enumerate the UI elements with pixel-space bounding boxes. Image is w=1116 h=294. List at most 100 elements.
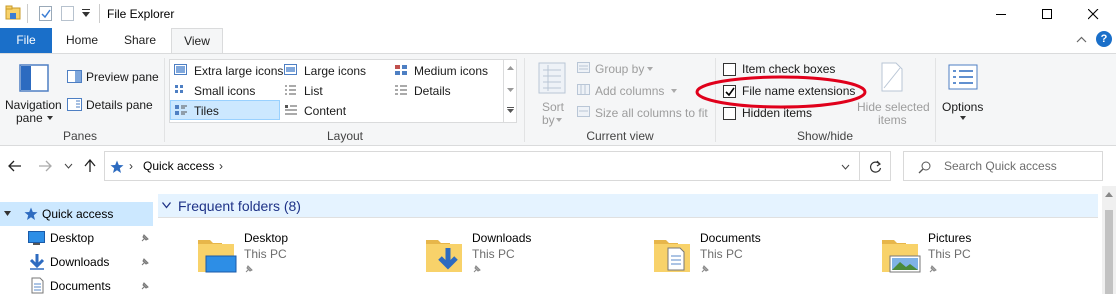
close-button[interactable] bbox=[1070, 0, 1116, 28]
breadcrumb[interactable]: Quick access bbox=[143, 159, 214, 173]
sort-by-label: Sort bbox=[542, 100, 565, 114]
layout-details[interactable]: Details bbox=[414, 84, 451, 98]
folder-location: This PC bbox=[472, 247, 515, 261]
sidebar-item-downloads[interactable]: Downloads bbox=[0, 250, 153, 274]
file-explorer-icon bbox=[5, 5, 21, 20]
chevron-down-icon bbox=[647, 67, 653, 71]
layout-medium-icons[interactable]: Medium icons bbox=[414, 64, 488, 78]
scrollbar-thumb[interactable] bbox=[1105, 210, 1113, 294]
vertical-scrollbar[interactable] bbox=[1102, 186, 1116, 294]
downloads-folder-icon bbox=[426, 240, 462, 272]
pin-icon bbox=[929, 265, 937, 273]
sidebar-item-label: Downloads bbox=[50, 255, 110, 269]
chevron-down-icon bbox=[507, 88, 514, 92]
sidebar-item-documents[interactable]: Documents bbox=[0, 274, 153, 294]
pin-icon[interactable] bbox=[140, 281, 150, 291]
folder-tile-documents[interactable]: Documents This PC bbox=[652, 230, 862, 290]
hide-selected-label: Hide selected bbox=[857, 100, 930, 114]
sort-by-icon bbox=[538, 62, 566, 94]
pictures-folder-icon bbox=[882, 240, 921, 273]
chevron-down-icon[interactable] bbox=[4, 211, 11, 217]
help-icon[interactable]: ? bbox=[1096, 31, 1112, 47]
close-icon bbox=[1087, 8, 1098, 19]
recent-locations-chevron-icon[interactable] bbox=[64, 163, 73, 169]
minimize-button[interactable] bbox=[978, 0, 1024, 28]
layout-extra-large-icons[interactable]: Extra large icons bbox=[194, 64, 283, 78]
navigation-pane-button[interactable]: Navigation pane bbox=[3, 56, 62, 126]
folder-tile-desktop[interactable]: Desktop This PC bbox=[196, 230, 406, 290]
file-list: Frequent folders (8) Desktop This PC Dow… bbox=[158, 194, 1102, 294]
forward-arrow-icon[interactable] bbox=[38, 160, 52, 172]
details-pane-label: Details pane bbox=[86, 98, 153, 112]
details-icon bbox=[395, 85, 407, 95]
tab-share[interactable]: Share bbox=[116, 28, 164, 53]
search-box[interactable]: Search Quick access bbox=[903, 151, 1103, 181]
chevron-down-icon bbox=[671, 89, 677, 93]
address-history-chevron-icon[interactable] bbox=[841, 164, 850, 170]
refresh-button[interactable] bbox=[860, 151, 891, 181]
pin-icon[interactable] bbox=[140, 257, 150, 267]
folder-name: Desktop bbox=[244, 231, 289, 245]
add-columns-button[interactable]: Add columns bbox=[595, 84, 664, 98]
folder-name: Documents bbox=[700, 231, 761, 245]
layout-content[interactable]: Content bbox=[304, 104, 346, 118]
address-bar[interactable]: › Quick access › bbox=[104, 151, 860, 181]
customize-toolbar-dropdown-icon[interactable] bbox=[82, 9, 91, 18]
downloads-icon bbox=[29, 254, 45, 270]
divider bbox=[935, 58, 936, 142]
options-icon bbox=[948, 64, 978, 90]
breadcrumb-separator[interactable]: › bbox=[219, 159, 223, 173]
folder-location: This PC bbox=[928, 247, 971, 261]
documents-folder-icon bbox=[654, 240, 690, 272]
tab-home[interactable]: Home bbox=[58, 28, 106, 53]
folder-tile-downloads[interactable]: Downloads This PC bbox=[424, 230, 634, 290]
maximize-button[interactable] bbox=[1024, 0, 1070, 28]
details-pane-icon bbox=[67, 98, 82, 111]
folder-tile-pictures[interactable]: Pictures This PC bbox=[880, 230, 1090, 290]
tab-view[interactable]: View bbox=[171, 28, 223, 54]
layout-tiles[interactable]: Tiles bbox=[194, 104, 219, 118]
details-pane-button[interactable]: Details pane bbox=[66, 96, 160, 114]
options-button[interactable]: Options bbox=[940, 58, 986, 126]
sidebar-item-desktop[interactable]: Desktop bbox=[0, 226, 153, 250]
add-columns-icon bbox=[577, 84, 590, 95]
scroll-up-icon[interactable] bbox=[1105, 192, 1113, 198]
address-toolbar: › Quick access › Search Quick access bbox=[0, 146, 1116, 186]
folder-location: This PC bbox=[244, 247, 287, 261]
layout-list[interactable]: List bbox=[304, 84, 323, 98]
frequent-folders-group-header[interactable]: Frequent folders (8) bbox=[158, 194, 1098, 218]
refresh-icon bbox=[869, 160, 882, 173]
new-folder-icon[interactable] bbox=[60, 5, 76, 22]
divider bbox=[27, 4, 28, 23]
group-by-button[interactable]: Group by bbox=[595, 62, 644, 76]
maximize-icon bbox=[1041, 8, 1052, 19]
sort-by-button[interactable]: Sort by bbox=[532, 58, 572, 127]
window-title: File Explorer bbox=[107, 7, 175, 21]
properties-icon[interactable] bbox=[38, 5, 54, 22]
preview-pane-button[interactable]: Preview pane bbox=[66, 68, 160, 86]
chevron-down-icon[interactable] bbox=[162, 202, 171, 209]
search-icon bbox=[918, 161, 931, 174]
sidebar-item-quick-access[interactable]: Quick access bbox=[0, 202, 153, 226]
folder-name: Downloads bbox=[472, 231, 532, 245]
divider bbox=[99, 4, 100, 23]
up-arrow-icon[interactable] bbox=[84, 159, 96, 173]
layout-large-icons[interactable]: Large icons bbox=[304, 64, 366, 78]
pin-icon bbox=[701, 265, 709, 273]
preview-pane-label: Preview pane bbox=[86, 70, 159, 84]
hide-selected-icon bbox=[881, 62, 903, 92]
back-arrow-icon[interactable] bbox=[8, 160, 22, 172]
star-icon bbox=[110, 160, 124, 173]
group-title: Frequent folders (8) bbox=[178, 198, 301, 214]
size-all-columns-button[interactable]: Size all columns to fit bbox=[595, 106, 708, 120]
search-input[interactable]: Search Quick access bbox=[944, 159, 1057, 173]
breadcrumb-separator[interactable]: › bbox=[129, 159, 133, 173]
layout-gallery-scroll[interactable] bbox=[503, 60, 516, 122]
layout-small-icons[interactable]: Small icons bbox=[194, 84, 255, 98]
minimize-ribbon-icon[interactable] bbox=[1076, 36, 1087, 44]
pin-icon[interactable] bbox=[140, 233, 150, 243]
tab-file[interactable]: File bbox=[0, 28, 52, 53]
preview-pane-icon bbox=[67, 70, 82, 83]
hide-selected-items-button[interactable]: Hide selected items bbox=[856, 58, 930, 127]
size-all-columns-icon bbox=[577, 106, 590, 117]
